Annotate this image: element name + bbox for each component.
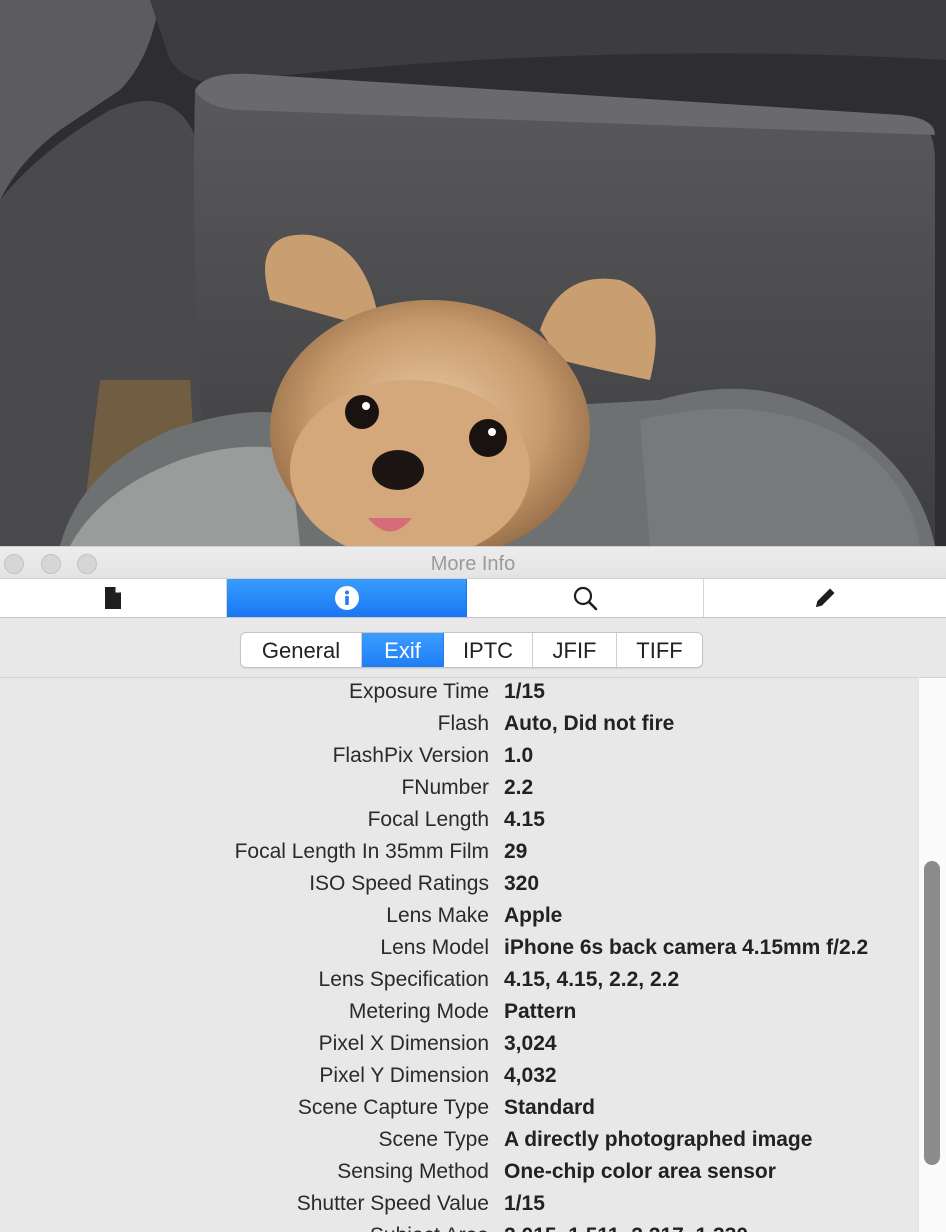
exif-key: Exposure Time — [348, 680, 489, 703]
photo-of-dog — [0, 0, 946, 546]
tab-more-info[interactable] — [227, 579, 467, 617]
exif-key: Flash — [437, 712, 489, 735]
exif-value: Pattern — [504, 1000, 577, 1023]
exif-key: Subject Area — [370, 1224, 489, 1232]
exif-key: Scene Capture Type — [297, 1096, 489, 1119]
exif-value: 2,015, 1,511, 2,217, 1,330 — [504, 1224, 748, 1232]
exif-row: FlashPix Version 1.0 — [0, 742, 918, 774]
exif-key: Focal Length — [367, 808, 489, 831]
document-icon — [105, 587, 121, 609]
exif-row: ISO Speed Ratings 320 — [0, 870, 918, 902]
metadata-segment-bar: General Exif IPTC JFIF TIFF — [0, 618, 946, 678]
exif-key: Shutter Speed Value — [296, 1192, 489, 1215]
exif-row: Subject Area 2,015, 1,511, 2,217, 1,330 — [0, 1222, 918, 1232]
exif-row: Lens Make Apple — [0, 902, 918, 934]
segment-tiff[interactable]: TIFF — [617, 633, 702, 667]
exif-value: One-chip color area sensor — [504, 1160, 776, 1183]
exif-key: Lens Model — [380, 936, 489, 959]
exif-key: Metering Mode — [348, 1000, 489, 1023]
exif-value: 1.0 — [504, 744, 534, 767]
exif-key: Lens Make — [386, 904, 489, 927]
segment-general[interactable]: General — [241, 633, 362, 667]
exif-value: iPhone 6s back camera 4.15mm f/2.2 — [504, 936, 869, 959]
segment-iptc[interactable]: IPTC — [444, 633, 533, 667]
exif-value: 2.2 — [504, 776, 534, 799]
exif-value: Standard — [504, 1096, 596, 1119]
exif-value: 4.15 — [504, 808, 545, 831]
exif-key: FlashPix Version — [332, 744, 489, 767]
metadata-segmented-control: General Exif IPTC JFIF TIFF — [240, 632, 703, 668]
exif-key: Pixel X Dimension — [318, 1032, 489, 1055]
vertical-scrollbar[interactable] — [918, 678, 946, 1232]
photo-preview — [0, 0, 946, 546]
scrollbar-thumb[interactable] — [924, 861, 940, 1165]
exif-row: Focal Length In 35mm Film 29 — [0, 838, 918, 870]
exif-value: 4.15, 4.15, 2.2, 2.2 — [504, 968, 680, 991]
exif-key: Lens Specification — [318, 968, 489, 991]
info-icon — [334, 586, 359, 610]
exif-row: Focal Length 4.15 — [0, 806, 918, 838]
exif-value: A directly photographed image — [504, 1128, 813, 1151]
exif-row: Scene Type A directly photographed image — [0, 1126, 918, 1158]
inspector-toolbar — [0, 578, 946, 618]
exif-row: Pixel Y Dimension 4,032 — [0, 1062, 918, 1094]
exif-info-list: Exposure Time 1/15 Flash Auto, Did not fire… — [0, 678, 918, 1232]
tab-general-info[interactable] — [0, 579, 227, 617]
exif-key: Pixel Y Dimension — [319, 1064, 489, 1087]
search-icon — [573, 586, 598, 611]
exif-key: ISO Speed Ratings — [309, 872, 489, 895]
more-info-window: More Info General Exif IPTC JFIF TIFF Ex… — [0, 546, 946, 1232]
exif-value: 3,024 — [504, 1032, 557, 1055]
exif-row: FNumber 2.2 — [0, 774, 918, 806]
segment-jfif[interactable]: JFIF — [533, 633, 617, 667]
tab-annotations[interactable] — [704, 579, 946, 617]
exif-value: 4,032 — [504, 1064, 557, 1087]
exif-row: Metering Mode Pattern — [0, 998, 918, 1030]
exif-value: 29 — [504, 840, 528, 863]
exif-value: 1/15 — [504, 680, 545, 703]
exif-value: Apple — [504, 904, 563, 927]
exif-row: Flash Auto, Did not fire — [0, 710, 918, 742]
exif-value: 320 — [504, 872, 540, 895]
exif-key: Sensing Method — [337, 1160, 489, 1183]
exif-key: Scene Type — [378, 1128, 489, 1151]
exif-value: Auto, Did not fire — [504, 712, 675, 735]
exif-row: Sensing Method One-chip color area sensor — [0, 1158, 918, 1190]
exif-row: Lens Model iPhone 6s back camera 4.15mm f… — [0, 934, 918, 966]
exif-row: Exposure Time 1/15 — [0, 678, 918, 710]
tab-keywords[interactable] — [467, 579, 704, 617]
window-title: More Info — [430, 553, 516, 575]
exif-row: Lens Specification 4.15, 4.15, 2.2, 2.2 — [0, 966, 918, 998]
exif-row: Pixel X Dimension 3,024 — [0, 1030, 918, 1062]
segment-exif[interactable]: Exif — [362, 633, 444, 667]
exif-value: 1/15 — [504, 1192, 545, 1215]
exif-key: FNumber — [401, 776, 489, 799]
exif-row: Scene Capture Type Standard — [0, 1094, 918, 1126]
title-bar: More Info — [0, 546, 946, 578]
exif-key: Focal Length In 35mm Film — [234, 840, 489, 863]
exif-row: Shutter Speed Value 1/15 — [0, 1190, 918, 1222]
pencil-icon — [816, 588, 835, 607]
